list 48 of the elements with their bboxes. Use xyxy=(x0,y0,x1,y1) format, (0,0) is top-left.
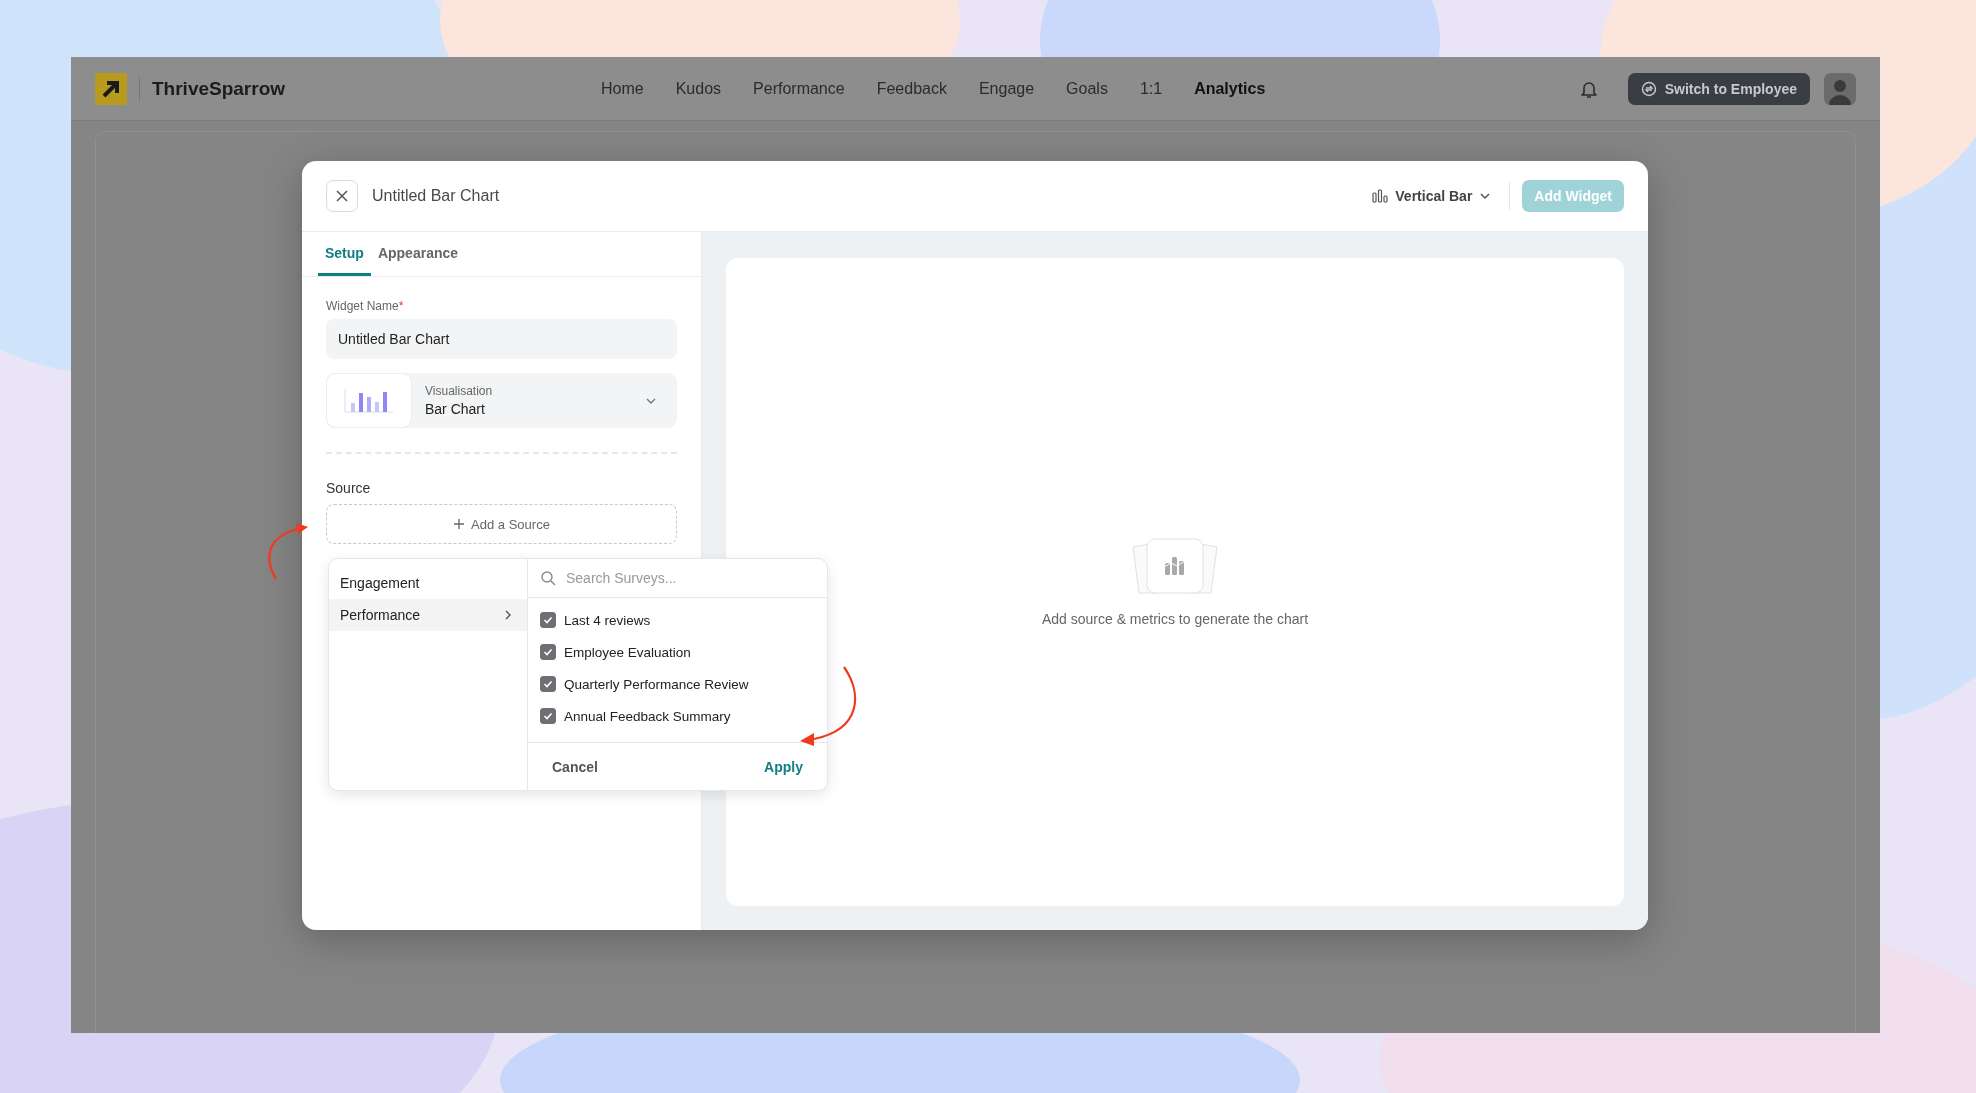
empty-chart-icon xyxy=(1129,537,1221,597)
nav-link[interactable]: 1:1 xyxy=(1139,79,1163,98)
nav-link[interactable]: Feedback xyxy=(876,79,947,98)
visualisation-dropdown[interactable]: Visualisation Bar Chart xyxy=(326,373,677,428)
category-item[interactable]: Engagement xyxy=(329,567,527,599)
add-source-button[interactable]: Add a Source xyxy=(326,504,677,544)
nav-link[interactable]: Performance xyxy=(753,79,845,98)
category-item[interactable]: Performance xyxy=(329,599,527,631)
nav-link[interactable]: Goals xyxy=(1066,79,1108,98)
nav-link[interactable]: Kudos xyxy=(675,79,722,98)
checkmark-icon xyxy=(543,679,553,689)
tab[interactable]: Setup xyxy=(318,232,371,276)
modal-title: Untitled Bar Chart xyxy=(372,187,501,205)
checkmark-icon xyxy=(543,647,553,657)
empty-state-message: Add source & metrics to generate the chart xyxy=(1041,611,1309,627)
field-label: Widget Name* xyxy=(326,299,405,313)
checkbox[interactable] xyxy=(540,676,556,692)
close-icon xyxy=(335,189,349,203)
logo-icon xyxy=(95,72,127,105)
switch-icon xyxy=(1640,80,1657,97)
bar-chart-thumbnail-icon xyxy=(344,388,394,413)
chevron-right-icon xyxy=(503,610,513,620)
nav-link[interactable]: Engage xyxy=(978,79,1035,98)
switch-to-employee-button[interactable]: Switch to Employee xyxy=(1627,72,1810,105)
bar-chart-icon xyxy=(1372,189,1389,203)
nav-link[interactable]: Analytics xyxy=(1194,79,1266,98)
survey-label: Last 4 reviews xyxy=(564,612,651,628)
plus-icon xyxy=(453,518,466,530)
brand-name: ThriveSparrow xyxy=(152,77,286,100)
source-label: Source xyxy=(326,480,372,496)
chevron-down-icon xyxy=(1479,190,1492,202)
checkbox[interactable] xyxy=(540,644,556,660)
widget-name-field[interactable]: Untitled Bar Chart xyxy=(326,319,677,359)
cancel-button[interactable]: Cancel xyxy=(546,757,604,776)
close-button[interactable] xyxy=(326,180,358,212)
checkbox[interactable] xyxy=(540,708,556,724)
checkmark-icon xyxy=(543,615,553,625)
avatar[interactable] xyxy=(1824,72,1856,105)
survey-label: Annual Feedback Summary xyxy=(564,708,731,724)
tab[interactable]: Appearance xyxy=(370,232,466,276)
survey-label: Employee Evaluation xyxy=(564,644,691,660)
search-icon xyxy=(540,570,556,586)
chart-type-dropdown[interactable]: Vertical Bar xyxy=(1372,188,1492,204)
survey-label: Quarterly Performance Review xyxy=(564,676,749,692)
apply-button[interactable]: Apply xyxy=(758,757,809,776)
nav-link[interactable]: Home xyxy=(601,79,644,98)
checkmark-icon xyxy=(543,711,553,721)
checkbox[interactable] xyxy=(540,612,556,628)
